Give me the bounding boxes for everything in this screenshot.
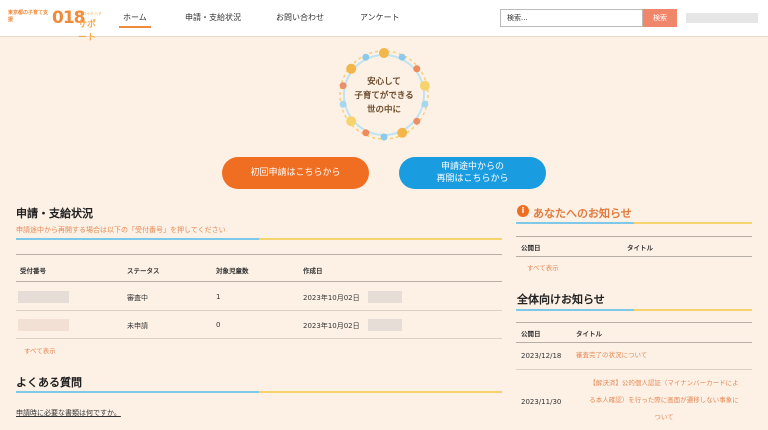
hero-illustration: 安心して 子育てができる 世の中に: [339, 48, 430, 141]
resume-line-2: 再開はこちらから: [436, 174, 509, 184]
status-section-title: 申請・支給状況: [16, 207, 93, 220]
nav-survey[interactable]: アンケート: [360, 12, 400, 23]
logo-small-text: 東京都の子育て支援: [8, 10, 49, 23]
row-children: 1: [216, 293, 221, 301]
public-col-title: タイトル: [576, 330, 602, 338]
personal-bar-yellow: [634, 222, 752, 224]
hero-character-dot: [362, 129, 370, 137]
public-col-date: 公開日: [521, 330, 541, 338]
public-bar-blue: [516, 309, 634, 311]
hero-character-dot: [419, 80, 430, 91]
news-title-line-3: ついて: [654, 413, 674, 421]
hero-character-dot: [413, 117, 421, 125]
table-rule: [516, 256, 752, 257]
resume-line-1: 申請途中からの: [440, 162, 504, 172]
logo-kana-text: サポート: [78, 20, 97, 43]
nav-status[interactable]: 申請・支給状況: [185, 12, 241, 23]
table-rule: [516, 369, 752, 370]
news-title-line-1: 【解決済】公的個人認証（マイナンバーカードによ: [589, 379, 739, 387]
table-rule: [16, 254, 502, 255]
hero-character-dot: [398, 53, 406, 61]
hero-character-dot: [339, 82, 347, 90]
row-children: 0: [216, 321, 221, 329]
row-created: 2023年10月02日: [303, 322, 360, 330]
created-time-redacted: [368, 291, 402, 303]
table-rule: [516, 322, 752, 323]
hero-line-3: 世の中に: [367, 104, 401, 115]
hero-character-dot: [362, 53, 370, 61]
public-bar-yellow: [634, 309, 752, 311]
faq-question-link[interactable]: 申請時に必要な書類は何ですか。: [16, 408, 121, 418]
info-icon: i: [517, 205, 529, 217]
resume-apply-label: 申請途中からの 再開はこちらから: [436, 161, 508, 185]
site-logo[interactable]: 東京都の子育て支援 018 ゼロイチハチ サポート: [8, 8, 103, 43]
table-rule: [16, 281, 502, 282]
table-rule: [16, 310, 502, 311]
col-children: 対象児童数: [216, 267, 249, 275]
col-status: ステータス: [127, 267, 160, 275]
faq-bar-blue: [16, 391, 259, 393]
status-bar-yellow: [259, 238, 502, 240]
row-status: 審査中: [127, 294, 148, 302]
table-rule: [516, 236, 752, 237]
col-receipt-number: 受付番号: [20, 267, 46, 275]
receipt-number-link-redacted[interactable]: [18, 319, 69, 331]
created-time-redacted: [368, 319, 402, 331]
top-header: 東京都の子育て支援 018 ゼロイチハチ サポート ホーム 申請・支給状況 お問…: [0, 0, 768, 43]
hero-character-dot: [421, 100, 429, 108]
public-news-title: 全体向けお知らせ: [517, 293, 605, 306]
news-date: 2023/11/30: [521, 398, 562, 406]
receipt-number-link-redacted[interactable]: [18, 291, 69, 303]
hero-character-dot: [339, 100, 347, 108]
faq-bar-yellow: [259, 391, 502, 393]
status-bar-blue: [16, 238, 259, 240]
hero-character-dot: [397, 127, 408, 138]
resume-apply-button[interactable]: 申請途中からの 再開はこちらから: [399, 157, 546, 189]
news-title-link[interactable]: 審査完了の状況について: [576, 347, 647, 364]
nav-contact[interactable]: お問い合わせ: [276, 12, 324, 23]
first-apply-button[interactable]: 初回申請はこちらから: [222, 157, 369, 189]
hero-line-1: 安心して: [367, 76, 401, 87]
hero-line-2: 子育てができる: [354, 90, 413, 101]
hero-character-dot: [346, 116, 357, 127]
personal-col-date: 公開日: [521, 244, 541, 252]
news-title-line-2: る本人確認）を行った際に画面が遷移しない事象に: [589, 396, 739, 404]
table-rule: [516, 342, 752, 343]
status-note: 申請途中から再開する場合は以下の「受付番号」を押してください: [16, 226, 226, 234]
hero-character-dot: [346, 63, 357, 74]
status-show-all-link[interactable]: すべて表示: [24, 345, 56, 355]
personal-bar-blue: [516, 222, 634, 224]
search-input[interactable]: [500, 9, 643, 27]
table-rule: [16, 338, 502, 339]
col-created: 作成日: [303, 267, 323, 275]
search-button[interactable]: 検索: [643, 9, 677, 27]
nav-home[interactable]: ホーム: [119, 12, 151, 28]
hero-character-dot: [413, 65, 421, 73]
row-created: 2023年10月02日: [303, 294, 360, 302]
user-name-redacted: [686, 13, 758, 23]
faq-section-title: よくある質問: [16, 376, 82, 389]
hero-character-dot: [380, 133, 388, 141]
personal-col-title: タイトル: [627, 244, 653, 252]
news-date: 2023/12/18: [521, 352, 562, 360]
personal-show-all-link[interactable]: すべて表示: [527, 262, 559, 272]
personal-news-title: あなたへのお知らせ: [533, 207, 632, 220]
row-status: 未申請: [127, 322, 148, 330]
hero-character-dot: [379, 48, 389, 58]
